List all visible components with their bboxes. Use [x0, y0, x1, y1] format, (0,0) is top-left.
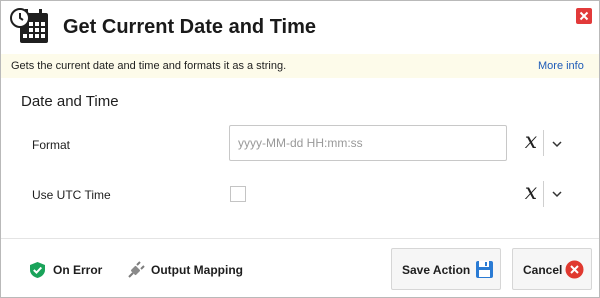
output-mapping-button[interactable]: Output Mapping	[127, 259, 247, 281]
close-icon	[579, 11, 589, 21]
save-action-button[interactable]: Save Action	[391, 248, 501, 290]
close-button[interactable]	[576, 8, 592, 24]
utc-chevron-down-icon[interactable]	[550, 187, 564, 201]
info-bar: Gets the current date and time and forma…	[1, 54, 599, 78]
on-error-label: On Error	[53, 263, 103, 277]
get-date-time-dialog: Get Current Date and Time Gets the curre…	[0, 0, 600, 298]
format-label: Format	[32, 138, 71, 152]
cancel-button[interactable]: Cancel	[512, 248, 592, 290]
format-chevron-down-icon[interactable]	[550, 137, 564, 151]
format-variable-button[interactable]: x	[520, 130, 542, 156]
more-info-link[interactable]: More info	[538, 60, 584, 72]
variable-x-icon: x	[524, 129, 538, 154]
plug-icon	[128, 261, 145, 278]
save-icon	[476, 261, 493, 278]
shield-check-icon	[30, 262, 45, 278]
footer-divider	[1, 238, 599, 239]
cancel-icon	[565, 260, 584, 279]
divider	[543, 181, 544, 207]
dialog-title: Get Current Date and Time	[63, 16, 317, 38]
calendar-clock-icon	[10, 8, 48, 43]
section-title: Date and Time	[21, 93, 119, 110]
action-description: Gets the current date and time and forma…	[11, 60, 287, 72]
format-input[interactable]	[229, 125, 507, 161]
cancel-label: Cancel	[523, 263, 563, 277]
utc-variable-button[interactable]: x	[520, 181, 542, 207]
use-utc-checkbox[interactable]	[230, 186, 246, 202]
output-mapping-label: Output Mapping	[151, 263, 243, 277]
on-error-button[interactable]: On Error	[29, 259, 109, 281]
save-action-label: Save Action	[402, 263, 471, 277]
divider	[543, 130, 544, 156]
variable-x-icon: x	[524, 180, 538, 205]
use-utc-label: Use UTC Time	[32, 188, 111, 202]
title-bar: Get Current Date and Time	[1, 1, 599, 53]
